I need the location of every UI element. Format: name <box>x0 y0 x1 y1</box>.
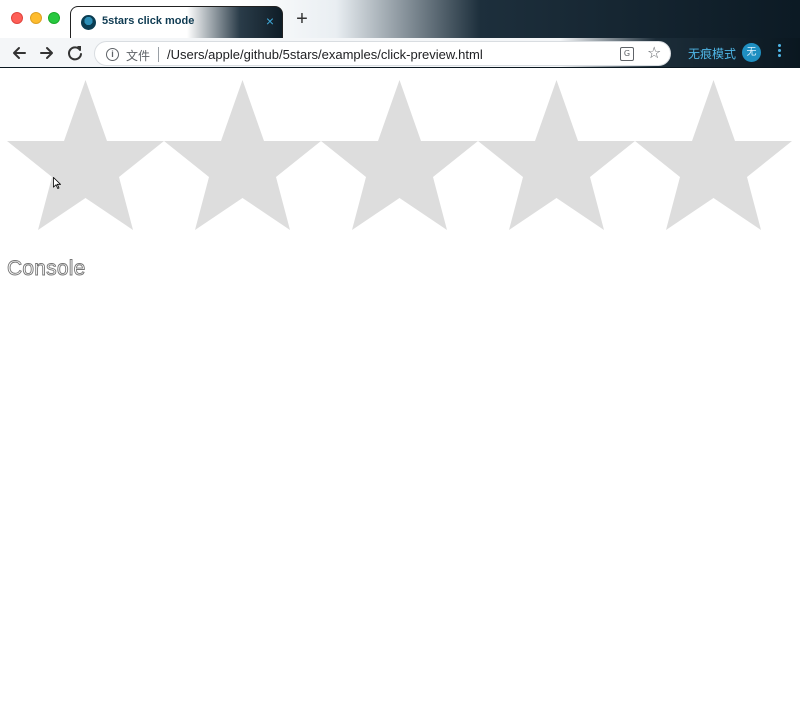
star-button-2[interactable] <box>164 80 321 230</box>
scheme-label: 文件 <box>126 49 151 63</box>
star-icon <box>635 80 792 230</box>
menu-kebab-icon[interactable] <box>776 43 782 62</box>
url-text[interactable]: /Users/apple/github/5stars/examples/clic… <box>167 47 483 62</box>
page-favicon-icon <box>81 15 96 30</box>
address-divider <box>158 47 159 62</box>
tab-title: 5stars click mode <box>102 15 195 27</box>
translate-icon[interactable]: G <box>620 47 634 61</box>
back-button[interactable] <box>8 42 30 64</box>
browser-toolbar: i 文件 /Users/apple/github/5stars/examples… <box>0 38 800 68</box>
new-tab-button[interactable]: + <box>293 9 311 29</box>
star-button-1[interactable] <box>7 80 164 230</box>
forward-button[interactable] <box>36 42 58 64</box>
tab-strip: 5stars click mode × + <box>0 0 800 38</box>
profile-avatar[interactable]: 无 <box>742 43 761 62</box>
window-minimize-button[interactable] <box>30 12 42 24</box>
window-maximize-button[interactable] <box>48 12 60 24</box>
window-close-button[interactable] <box>11 12 23 24</box>
star-icon <box>7 80 164 230</box>
arrow-left-icon <box>13 47 26 59</box>
tab-active[interactable]: 5stars click mode × <box>70 6 283 38</box>
star-rating <box>7 80 793 230</box>
star-button-4[interactable] <box>478 80 635 230</box>
star-icon <box>164 80 321 230</box>
star-icon <box>321 80 478 230</box>
page-content: Console <box>0 69 800 713</box>
address-bar[interactable]: i 文件 /Users/apple/github/5stars/examples… <box>94 41 671 66</box>
incognito-label[interactable]: 无痕模式 <box>688 45 736 62</box>
reload-icon <box>68 46 82 61</box>
reload-button[interactable] <box>64 42 86 64</box>
tab-close-icon[interactable]: × <box>266 13 274 29</box>
star-button-3[interactable] <box>321 80 478 230</box>
info-icon[interactable]: i <box>106 48 119 61</box>
star-button-5[interactable] <box>635 80 792 230</box>
mouse-cursor-icon <box>53 177 61 189</box>
browser-chrome: 5stars click mode × + i 文件 /Users/apple/… <box>0 0 800 68</box>
arrow-right-icon <box>40 47 53 59</box>
bookmark-star-icon[interactable]: ☆ <box>647 44 661 64</box>
star-icon <box>478 80 635 230</box>
console-heading: Console <box>7 257 86 281</box>
